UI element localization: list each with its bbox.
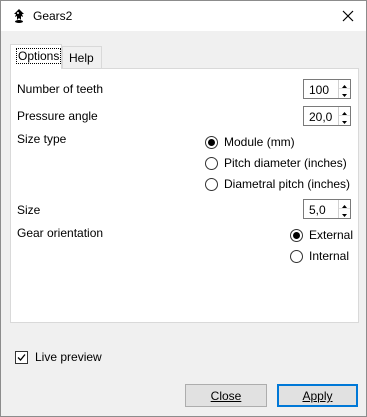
teeth-label: Number of teeth (17, 82, 104, 96)
tab-help[interactable]: Help (62, 46, 102, 68)
radio-module-label: Module (mm) (224, 135, 295, 149)
apply-button-label: Apply (302, 389, 333, 403)
close-icon[interactable] (338, 6, 358, 26)
size-type-label: Size type (17, 132, 67, 146)
options-panel: Number of teeth 100 Pressure angle 20,0 (10, 68, 359, 323)
tab-options-label: Options (15, 48, 62, 64)
radio-internal-label: Internal (309, 249, 350, 263)
window-title: Gears2 (33, 9, 73, 23)
radio-internal[interactable]: Internal (290, 249, 349, 263)
teeth-increment-icon[interactable] (339, 80, 350, 89)
teeth-stepper (338, 80, 350, 98)
tab-options[interactable]: Options (10, 44, 62, 69)
size-label: Size (17, 203, 41, 217)
checkmark-icon (15, 350, 28, 364)
teeth-value: 100 (309, 83, 330, 97)
radio-diametral-pitch-indicator (205, 177, 218, 191)
title-bar[interactable]: Gears2 (1, 1, 366, 31)
size-stepper (338, 200, 350, 218)
pressure-stepper (338, 107, 350, 125)
pressure-value: 20,0 (309, 110, 333, 124)
inkscape-icon (11, 8, 27, 24)
radio-external-indicator (290, 228, 303, 242)
live-preview-label: Live preview (35, 350, 102, 364)
radio-pitch-diameter-indicator (205, 156, 218, 170)
teeth-spinbox[interactable]: 100 (303, 79, 351, 99)
radio-pitch-diameter-label: Pitch diameter (inches) (224, 156, 347, 170)
radio-diametral-pitch-label: Diametral pitch (inches) (224, 177, 351, 191)
live-preview-checkbox[interactable]: Live preview (15, 350, 102, 364)
pressure-decrement-icon[interactable] (339, 116, 350, 125)
size-value: 5,0 (309, 203, 326, 217)
radio-internal-indicator (290, 249, 303, 263)
radio-module[interactable]: Module (mm) (205, 135, 295, 149)
orientation-label: Gear orientation (17, 226, 104, 240)
radio-module-indicator (205, 135, 218, 149)
pressure-increment-icon[interactable] (339, 107, 350, 116)
radio-diametral-pitch[interactable]: Diametral pitch (inches) (205, 177, 350, 191)
pressure-label: Pressure angle (17, 109, 98, 123)
radio-external-label: External (309, 228, 354, 242)
close-button[interactable]: Close (185, 384, 267, 407)
dialog-window: Gears2 Options Help Number of teeth 100 (0, 0, 367, 417)
size-decrement-icon[interactable] (339, 209, 350, 218)
size-spinbox[interactable]: 5,0 (303, 199, 351, 219)
radio-external[interactable]: External (290, 228, 353, 242)
teeth-decrement-icon[interactable] (339, 89, 350, 98)
apply-button[interactable]: Apply (277, 384, 358, 407)
close-button-label: Close (210, 389, 242, 403)
tab-help-label: Help (69, 51, 94, 65)
radio-pitch-diameter[interactable]: Pitch diameter (inches) (205, 156, 347, 170)
pressure-spinbox[interactable]: 20,0 (303, 106, 351, 126)
size-increment-icon[interactable] (339, 200, 350, 209)
